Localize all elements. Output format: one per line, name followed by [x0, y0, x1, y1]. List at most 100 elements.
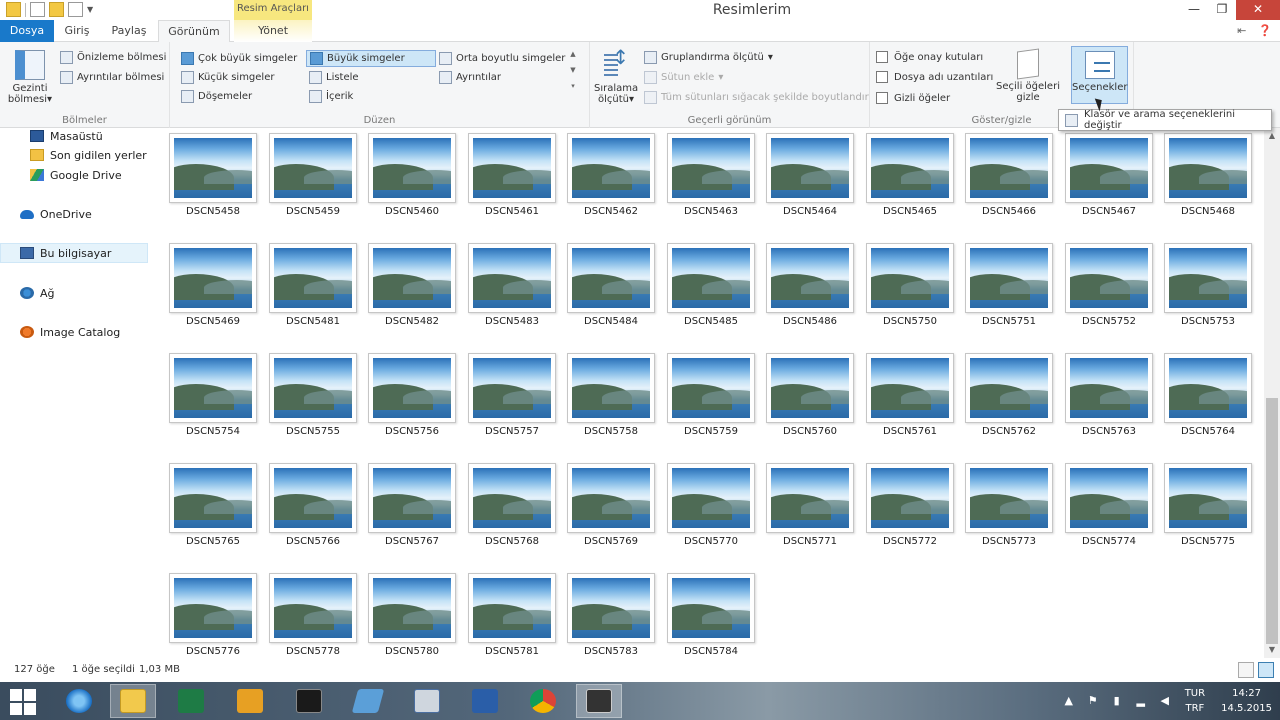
details-view-icon[interactable]	[1238, 662, 1254, 678]
layout-medium-icons[interactable]: Orta boyutlu simgeler	[436, 50, 568, 67]
new-folder-icon[interactable]	[49, 2, 64, 17]
chrome-icon[interactable]	[520, 684, 566, 718]
file-item[interactable]: DSCN5776	[169, 568, 257, 664]
layout-gallery-scroll[interactable]: ▲ ▼ ▾	[567, 50, 579, 106]
checkbox[interactable]	[876, 71, 888, 83]
image-thumbnail[interactable]	[1164, 353, 1252, 423]
power-icon[interactable]: ▮	[1110, 695, 1124, 707]
image-thumbnail[interactable]	[766, 243, 854, 313]
file-item[interactable]: DSCN5459	[269, 128, 357, 224]
file-item[interactable]: DSCN5783	[567, 568, 655, 664]
file-item[interactable]: DSCN5765	[169, 458, 257, 554]
file-item[interactable]: DSCN5466	[965, 128, 1053, 224]
internet-explorer-icon[interactable]	[56, 684, 102, 718]
file-item[interactable]: DSCN5483	[468, 238, 556, 334]
sort-by-button[interactable]: Sıralama ölçütü▾	[594, 50, 638, 105]
tab-file[interactable]: Dosya	[0, 20, 54, 42]
image-thumbnail[interactable]	[1164, 463, 1252, 533]
chevron-up-icon[interactable]: ▲	[1062, 695, 1076, 707]
checkbox[interactable]	[876, 92, 888, 104]
file-item[interactable]: DSCN5758	[567, 348, 655, 444]
details-pane-button[interactable]: Ayrıntılar bölmesi	[60, 71, 164, 84]
image-thumbnail[interactable]	[468, 573, 556, 643]
vertical-scrollbar[interactable]: ▲ ▼	[1264, 128, 1280, 658]
item-checkboxes-toggle[interactable]: Öğe onay kutuları	[876, 51, 983, 63]
file-item[interactable]: DSCN5762	[965, 348, 1053, 444]
layout-extra-large-icons[interactable]: Çok büyük simgeler	[178, 50, 300, 67]
file-item[interactable]: DSCN5465	[866, 128, 954, 224]
image-thumbnail[interactable]	[667, 133, 755, 203]
undo-icon[interactable]	[68, 2, 83, 17]
file-item[interactable]: DSCN5772	[866, 458, 954, 554]
windows-start-icon[interactable]	[10, 689, 36, 715]
nav-item-desktop[interactable]: Masaüstü	[0, 126, 148, 146]
help-icon[interactable]: ❓	[1258, 24, 1272, 37]
nav-item-onedrive[interactable]: OneDrive	[0, 204, 148, 224]
layout-list[interactable]: Listele	[306, 69, 362, 86]
fit-columns-button[interactable]: Tüm sütunları sığacak şekilde boyutlandı…	[644, 91, 869, 104]
file-item[interactable]: DSCN5460	[368, 128, 456, 224]
image-thumbnail[interactable]	[567, 463, 655, 533]
image-thumbnail[interactable]	[866, 353, 954, 423]
file-item[interactable]: DSCN5781	[468, 568, 556, 664]
nav-item-recent-places[interactable]: Son gidilen yerler	[0, 145, 148, 165]
image-thumbnail[interactable]	[468, 353, 556, 423]
image-thumbnail[interactable]	[667, 573, 755, 643]
maximize-button[interactable]: ❐	[1208, 0, 1236, 20]
checkbox[interactable]	[876, 51, 888, 63]
file-item[interactable]: DSCN5761	[866, 348, 954, 444]
image-thumbnail[interactable]	[368, 133, 456, 203]
image-thumbnail[interactable]	[169, 133, 257, 203]
image-thumbnail[interactable]	[866, 463, 954, 533]
image-thumbnail[interactable]	[667, 353, 755, 423]
image-thumbnail[interactable]	[468, 463, 556, 533]
image-thumbnail[interactable]	[866, 243, 954, 313]
image-thumbnail[interactable]	[965, 353, 1053, 423]
file-item[interactable]: DSCN5753	[1164, 238, 1252, 334]
file-item[interactable]: DSCN5458	[169, 128, 257, 224]
file-item[interactable]: DSCN5754	[169, 348, 257, 444]
file-item[interactable]: DSCN5773	[965, 458, 1053, 554]
app-icon[interactable]	[576, 684, 622, 718]
layout-tiles[interactable]: Döşemeler	[178, 88, 255, 105]
file-extensions-toggle[interactable]: Dosya adı uzantıları	[876, 71, 993, 83]
file-item[interactable]: DSCN5775	[1164, 458, 1252, 554]
scroll-down-icon[interactable]: ▼	[1264, 642, 1280, 658]
file-item[interactable]: DSCN5763	[1065, 348, 1153, 444]
image-thumbnail[interactable]	[567, 573, 655, 643]
file-item[interactable]: DSCN5760	[766, 348, 854, 444]
file-item[interactable]: DSCN5764	[1164, 348, 1252, 444]
group-by-button[interactable]: Gruplandırma ölçütü ▾	[644, 51, 773, 64]
tab-manage[interactable]: Yönet	[234, 20, 312, 42]
more-icon[interactable]: ▾	[571, 82, 575, 90]
image-thumbnail[interactable]	[567, 243, 655, 313]
navigation-pane-button[interactable]: Gezinti bölmesi▾	[6, 50, 54, 105]
hidden-items-toggle[interactable]: Gizli öğeler	[876, 92, 950, 104]
image-thumbnail[interactable]	[269, 243, 357, 313]
image-thumbnail[interactable]	[269, 573, 357, 643]
image-thumbnail[interactable]	[468, 133, 556, 203]
file-item[interactable]: DSCN5755	[269, 348, 357, 444]
layout-details[interactable]: Ayrıntılar	[436, 69, 504, 86]
image-thumbnail[interactable]	[1164, 243, 1252, 313]
file-item[interactable]: DSCN5751	[965, 238, 1053, 334]
language-indicator[interactable]: TUR TRF	[1185, 686, 1205, 716]
file-item[interactable]: DSCN5768	[468, 458, 556, 554]
file-item[interactable]: DSCN5469	[169, 238, 257, 334]
nav-item-this-pc[interactable]: Bu bilgisayar	[0, 243, 148, 263]
image-thumbnail[interactable]	[169, 463, 257, 533]
remote-desktop-icon[interactable]	[404, 684, 450, 718]
file-item[interactable]: DSCN5780	[368, 568, 456, 664]
network-app-icon[interactable]	[462, 684, 508, 718]
add-columns-button[interactable]: Sütun ekle ▾	[644, 71, 723, 84]
folder-icon[interactable]	[345, 684, 391, 718]
excel-icon[interactable]	[168, 684, 214, 718]
image-thumbnail[interactable]	[766, 353, 854, 423]
image-thumbnail[interactable]	[866, 133, 954, 203]
image-thumbnail[interactable]	[667, 463, 755, 533]
layout-content[interactable]: İçerik	[306, 88, 356, 105]
minimize-button[interactable]: —	[1180, 0, 1208, 20]
chevron-down-icon[interactable]: ▼	[87, 5, 93, 14]
tab-view[interactable]: Görünüm	[158, 20, 230, 43]
file-item[interactable]: DSCN5770	[667, 458, 755, 554]
